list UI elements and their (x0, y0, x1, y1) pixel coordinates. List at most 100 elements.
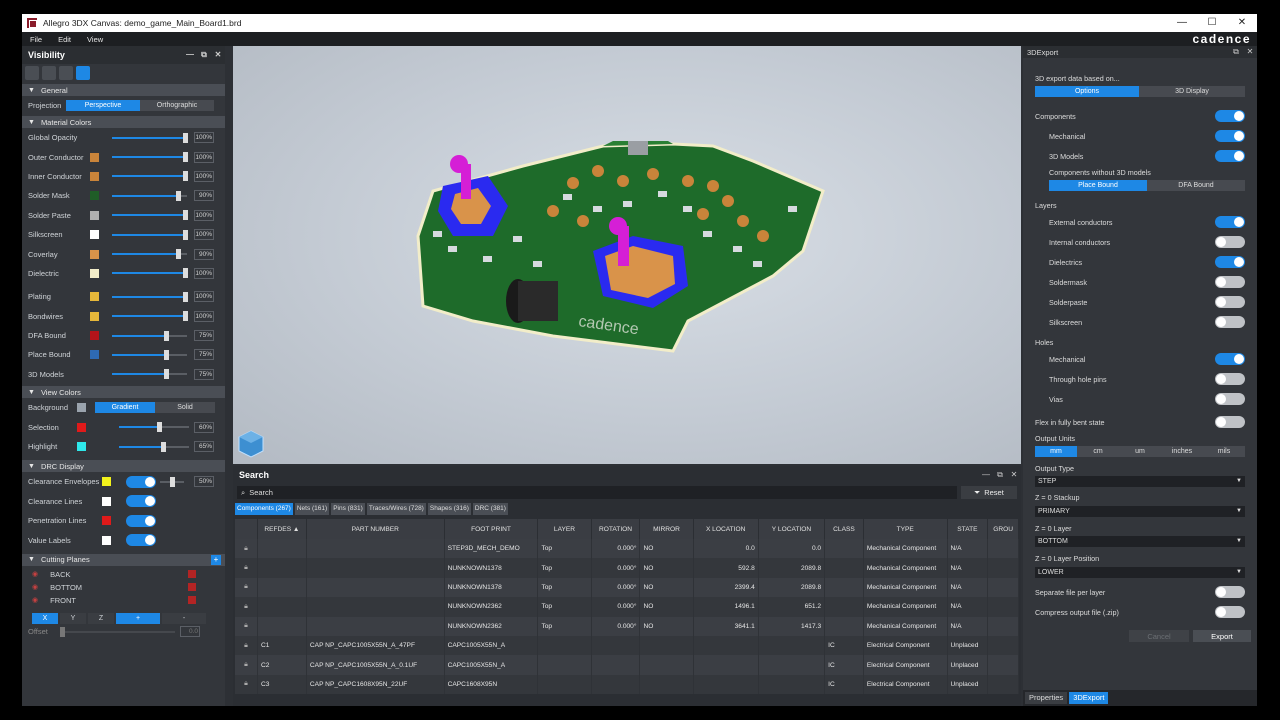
3d-models-toggle[interactable] (1215, 150, 1245, 162)
color-swatch[interactable] (90, 230, 99, 240)
export-option-toggle[interactable] (1215, 256, 1245, 268)
drc-toggle[interactable] (126, 475, 156, 488)
opacity-value[interactable]: 100% (194, 209, 214, 221)
table-row[interactable]: 🔒︎ NUNKNOWN2362 Top 0.000° NO 3641.1 1417.3 Mec… (235, 616, 1019, 636)
opacity-slider[interactable] (112, 291, 188, 302)
color-swatch[interactable] (90, 152, 99, 162)
component-icon[interactable] (59, 66, 73, 80)
tab-options[interactable]: Options (1035, 86, 1139, 97)
cancel-button[interactable]: Cancel (1129, 630, 1189, 642)
offset-value[interactable]: 0.0 (180, 626, 200, 638)
export-option-toggle[interactable] (1215, 236, 1245, 248)
mechanical-toggle[interactable] (1215, 130, 1245, 142)
column-header[interactable]: FOOT PRINT (444, 519, 539, 539)
opacity-value[interactable]: 100% (194, 170, 214, 182)
table-row[interactable]: 🔒︎ NUNKNOWN1378 Top 0.000° NO 592.8 2089.8 Mech… (235, 558, 1019, 578)
minus-button[interactable]: - (162, 612, 206, 624)
highlight-swatch[interactable] (77, 442, 86, 452)
opacity-value[interactable]: 100% (194, 267, 214, 279)
tab-nets[interactable]: Nets (161) (294, 503, 330, 515)
table-row[interactable]: 🔒︎ C2 CAP NP_CAPC1005X55N_A_0.1UF CAPC1005X… (235, 655, 1019, 675)
3d-viewport[interactable]: cadence (233, 46, 1021, 464)
drc-toggle[interactable] (126, 514, 156, 527)
opacity-value[interactable]: 100% (194, 151, 214, 163)
selection-swatch[interactable] (77, 422, 86, 432)
opacity-value[interactable]: 75% (194, 349, 214, 361)
axis-x-button[interactable]: X (32, 612, 58, 624)
export-button[interactable]: Export (1193, 630, 1251, 642)
color-swatch[interactable] (90, 133, 99, 142)
tab-components[interactable]: Components (267) (235, 503, 293, 515)
lock-icon[interactable]: 🔒︎ (235, 674, 258, 695)
opacity-value[interactable]: 90% (194, 190, 214, 202)
layer-position-dropdown[interactable]: LOWER (1035, 567, 1245, 578)
color-swatch[interactable] (90, 191, 99, 201)
close-icon[interactable]: ✕ (211, 50, 225, 60)
opacity-value[interactable]: 90% (194, 248, 214, 260)
tab-traces[interactable]: Traces/Wires (728) (366, 503, 426, 515)
unit-cm[interactable]: cm (1077, 446, 1119, 457)
unit-mils[interactable]: mils (1203, 446, 1245, 457)
lock-icon[interactable]: 🔒︎ (235, 597, 258, 617)
compress-toggle[interactable] (1215, 606, 1245, 618)
eye-icon[interactable]: ◉ (32, 570, 38, 578)
lock-icon[interactable]: 🔒︎ (235, 539, 258, 559)
menu-file[interactable]: File (22, 35, 50, 44)
opacity-slider[interactable] (112, 330, 187, 341)
column-header[interactable]: LAYER (537, 519, 592, 539)
lock-icon[interactable]: 🔒︎ (235, 558, 258, 578)
color-swatch[interactable] (102, 516, 111, 526)
minimize-icon[interactable]: — (979, 470, 993, 480)
plane-indicator-icon[interactable] (188, 596, 196, 605)
section-view-colors[interactable]: ▼ View Colors (22, 386, 225, 399)
menu-view[interactable]: View (79, 35, 111, 44)
unit-mm[interactable]: mm (1035, 446, 1077, 457)
tab-3d-display[interactable]: 3D Display (1139, 86, 1245, 97)
selection-value[interactable]: 60% (194, 421, 214, 433)
plane-indicator-icon[interactable] (188, 570, 196, 579)
axis-z-button[interactable]: Z (88, 612, 114, 624)
selection-slider[interactable] (119, 422, 189, 433)
lock-icon[interactable]: 🔒︎ (235, 577, 258, 598)
float-icon[interactable]: ⧉ (993, 470, 1007, 480)
export-option-toggle[interactable] (1215, 316, 1245, 328)
section-material-colors[interactable]: ▼ Material Colors (22, 116, 225, 128)
column-header[interactable]: STATE (947, 519, 989, 539)
eye-icon[interactable]: ◉ (32, 583, 38, 591)
tab-pins[interactable]: Pins (831) (331, 503, 365, 515)
color-swatch[interactable] (90, 370, 99, 379)
section-general[interactable]: ▼ General (22, 84, 225, 96)
column-header[interactable]: X LOCATION (693, 519, 759, 539)
export-option-toggle[interactable] (1215, 393, 1245, 405)
color-swatch[interactable] (102, 496, 111, 506)
opacity-slider[interactable] (112, 171, 188, 182)
lock-icon[interactable]: 🔒︎ (235, 635, 258, 656)
unit-inches[interactable]: inches (1161, 446, 1203, 457)
opacity-value[interactable]: 100% (194, 132, 214, 144)
opacity-value[interactable]: 75% (194, 368, 214, 380)
menu-edit[interactable]: Edit (50, 35, 79, 44)
offset-slider[interactable] (60, 626, 175, 637)
plus-button[interactable]: + (116, 612, 160, 624)
column-header[interactable]: TYPE (863, 519, 948, 539)
z-layer-dropdown[interactable]: BOTTOM (1035, 536, 1245, 547)
color-swatch[interactable] (90, 311, 99, 321)
color-swatch[interactable] (90, 350, 99, 360)
envelope-slider[interactable] (160, 476, 184, 487)
export-option-toggle[interactable] (1215, 216, 1245, 228)
section-drc-display[interactable]: ▼ DRC Display (22, 460, 225, 473)
column-header[interactable]: REFDES ▲ (257, 519, 307, 539)
color-swatch[interactable] (102, 535, 111, 545)
table-row[interactable]: 🔒︎ NUNKNOWN1378 Top 0.000° NO 2399.4 2089.8 Mec… (235, 577, 1019, 598)
color-swatch[interactable] (90, 210, 99, 220)
stackup-dropdown[interactable]: PRIMARY (1035, 506, 1245, 517)
flex-toggle[interactable] (1215, 416, 1245, 428)
lock-icon[interactable]: 🔒︎ (235, 616, 258, 636)
orthographic-button[interactable]: Orthographic (140, 99, 214, 111)
drc-toggle[interactable] (126, 495, 156, 508)
opacity-slider[interactable] (112, 190, 187, 201)
opacity-slider[interactable] (112, 210, 188, 221)
color-swatch[interactable] (90, 249, 99, 259)
column-header[interactable]: GROU (987, 519, 1019, 539)
export-option-toggle[interactable] (1215, 296, 1245, 308)
